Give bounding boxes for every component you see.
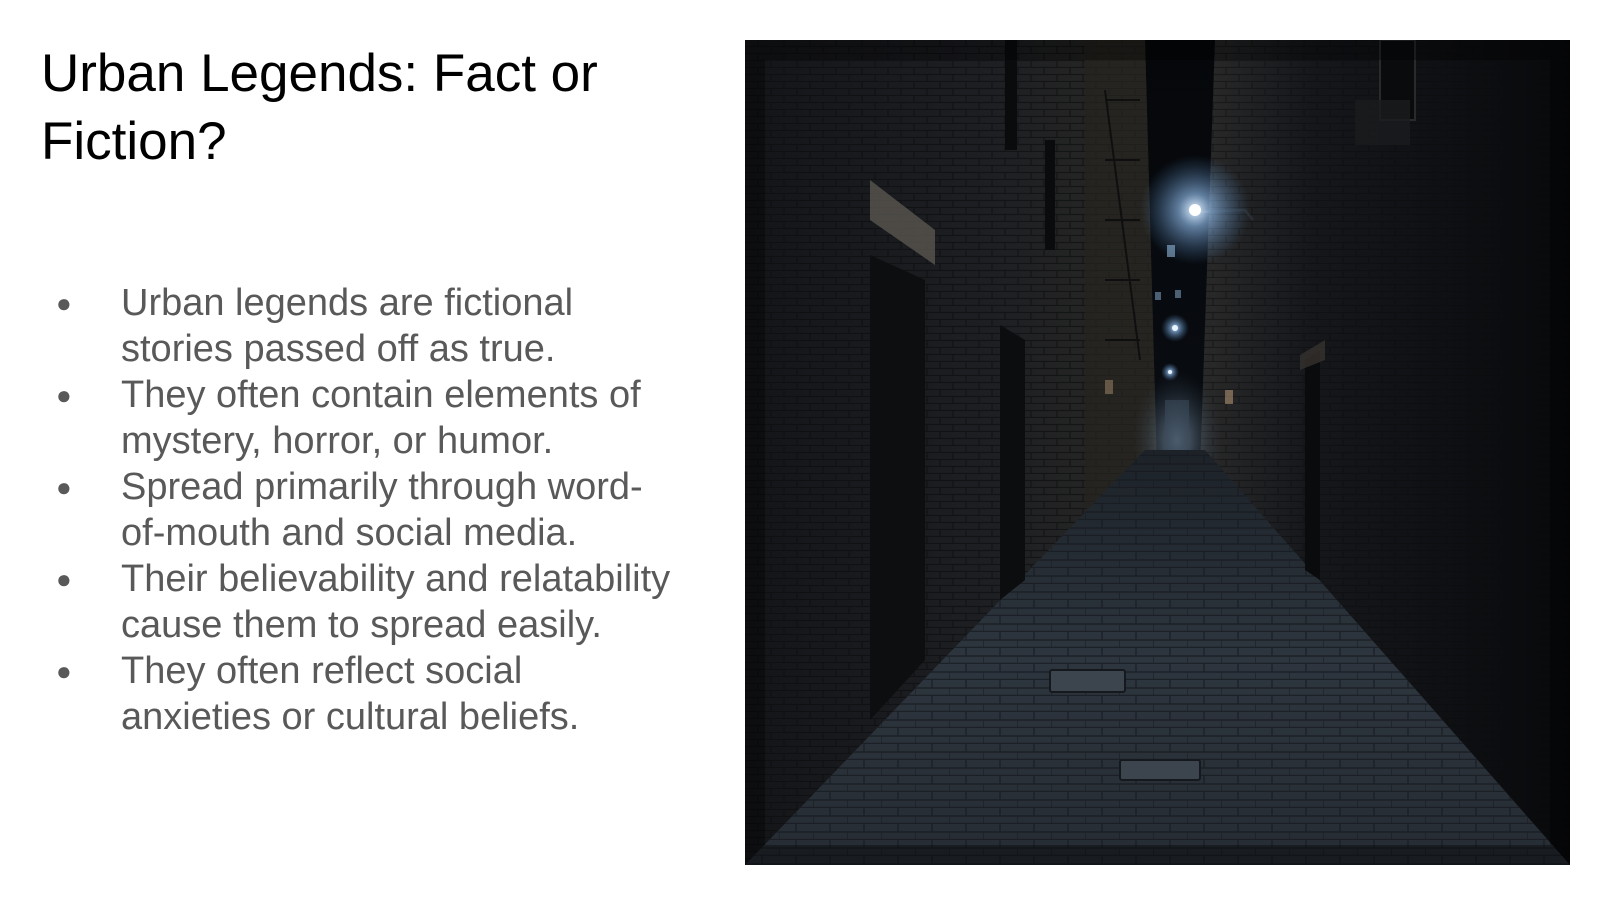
bullet-dot-icon: ● [56, 564, 72, 594]
alley-illustration [745, 40, 1570, 865]
bullet-list: ● Urban legends are fictional stories pa… [56, 280, 676, 740]
bullet-item: ● Spread primarily through word-of-mouth… [56, 464, 676, 556]
bullet-dot-icon: ● [56, 288, 72, 318]
dark-alley-photo [745, 40, 1570, 865]
bullet-item: ● Urban legends are fictional stories pa… [56, 280, 676, 372]
bullet-text: They often reflect social anxieties or c… [121, 650, 580, 738]
bullet-dot-icon: ● [56, 380, 72, 410]
bullet-text: Urban legends are fictional stories pass… [121, 282, 574, 370]
bullet-dot-icon: ● [56, 656, 72, 686]
bullet-text: Spread primarily through word-of-mouth a… [121, 466, 643, 554]
slide-title: Urban Legends: Fact or Fiction? [41, 44, 598, 171]
bullet-item: ● Their believability and relatability c… [56, 556, 676, 648]
bullet-text: Their believability and relatability cau… [121, 558, 671, 646]
bullet-dot-icon: ● [56, 472, 72, 502]
bullet-item: ● They often contain elements of mystery… [56, 372, 676, 464]
bullet-item: ● They often reflect social anxieties or… [56, 648, 676, 740]
slide: Urban Legends: Fact or Fiction? ● Urban … [0, 0, 1600, 900]
bullet-text: They often contain elements of mystery, … [121, 374, 641, 462]
